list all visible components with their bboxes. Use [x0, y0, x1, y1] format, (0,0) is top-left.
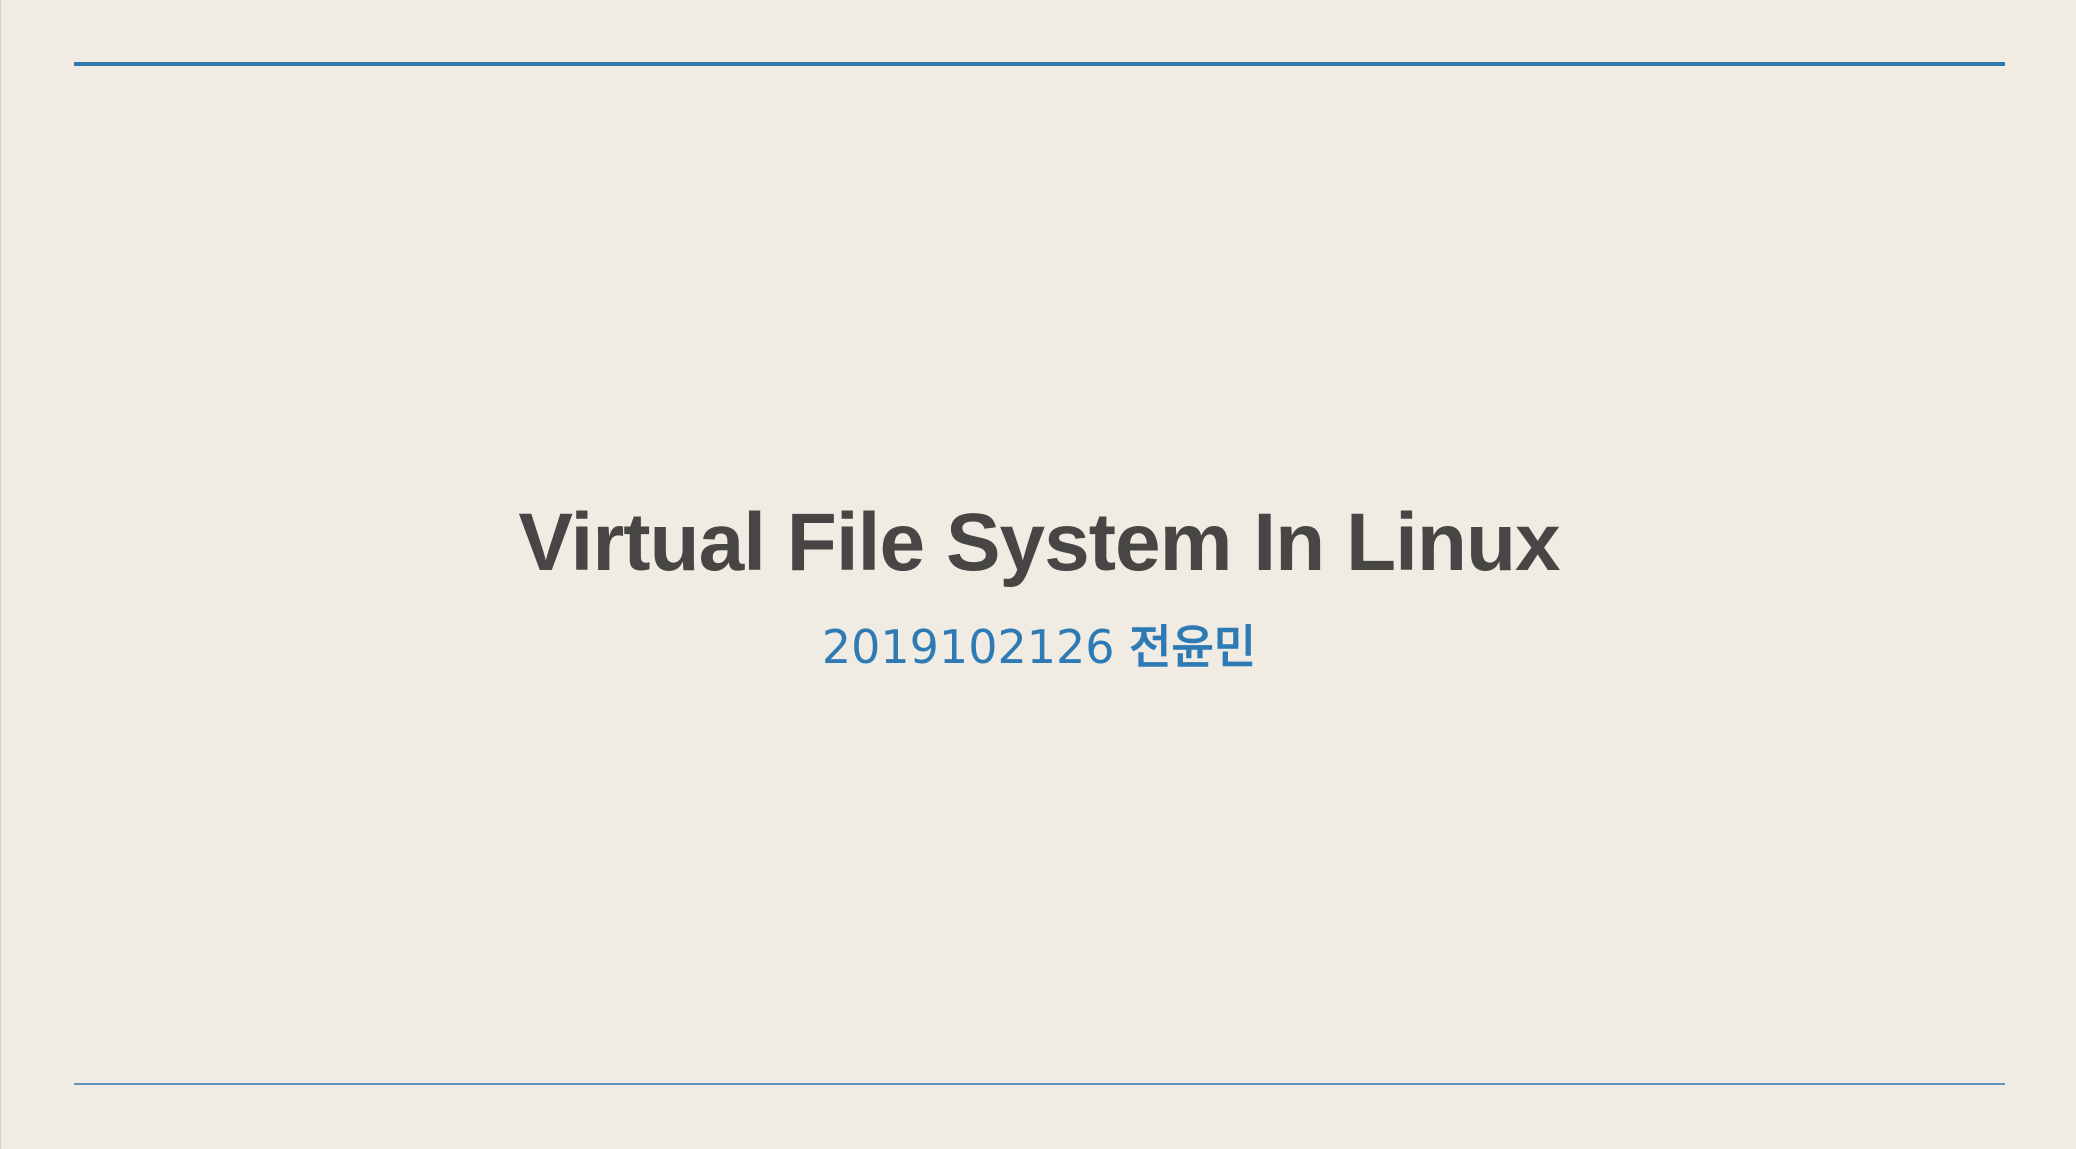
title-slide: Virtual File System In Linux 2019102126 …	[0, 0, 2076, 1149]
student-id: 2019102126	[821, 620, 1115, 674]
bottom-divider	[74, 1083, 2005, 1085]
student-name: 전윤민	[1129, 620, 1257, 674]
slide-subtitle: 2019102126 전윤민	[1, 620, 2076, 675]
slide-title: Virtual File System In Linux	[518, 497, 1560, 588]
top-divider	[74, 62, 2005, 66]
